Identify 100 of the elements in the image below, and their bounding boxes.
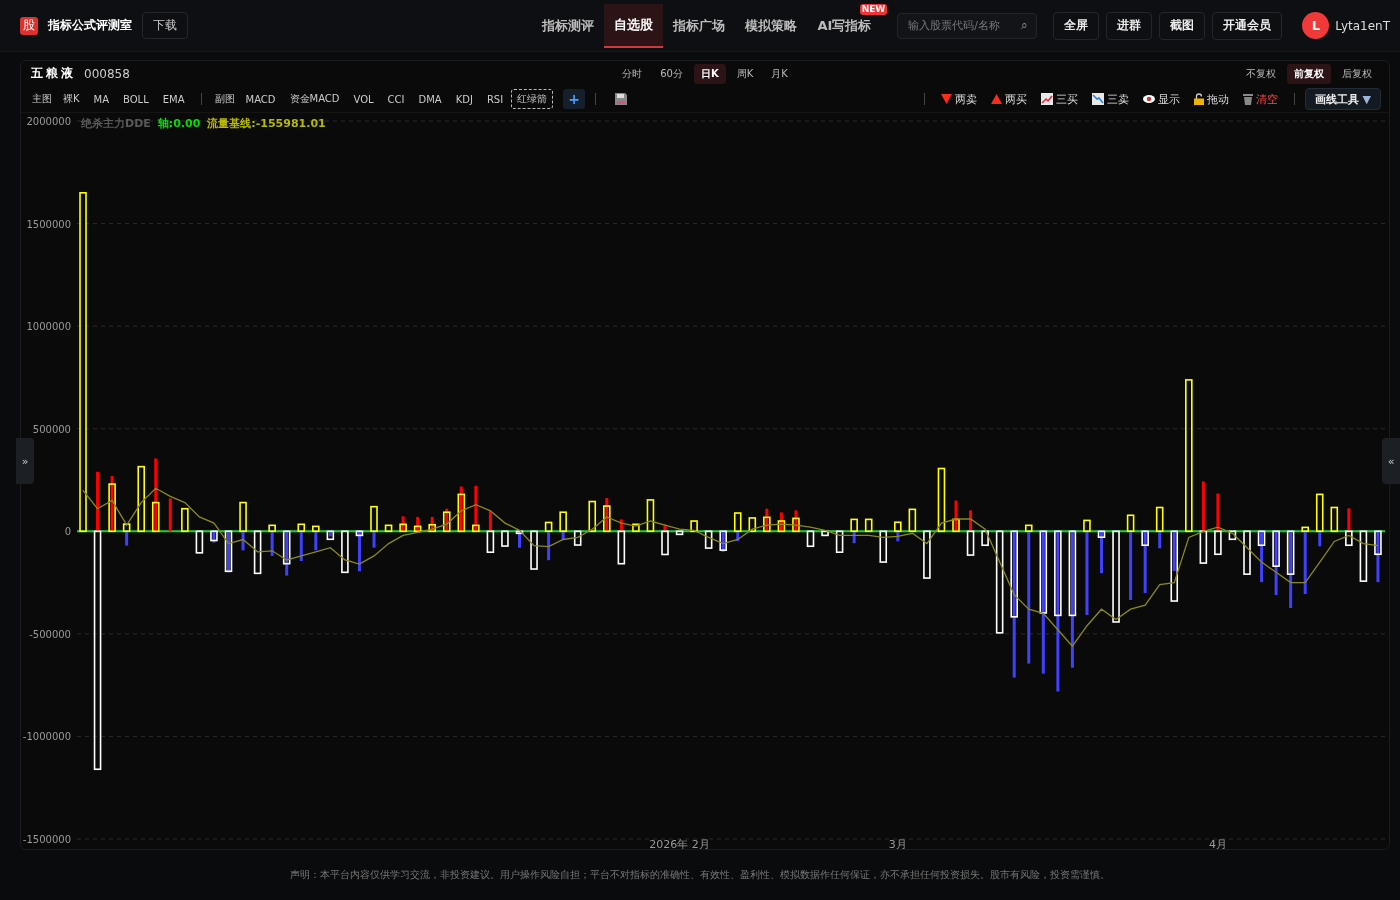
indicator-button[interactable]: 裸K	[57, 89, 86, 110]
period-tab[interactable]: 周K	[729, 63, 761, 84]
bar	[748, 517, 757, 533]
drawing-tool[interactable]: 显示	[1136, 91, 1186, 107]
sub-chart-label: 副图	[213, 92, 236, 107]
trash-icon	[1242, 93, 1253, 106]
period-tab[interactable]: 60分	[653, 63, 690, 84]
indicator-button[interactable]: DMA	[412, 90, 448, 108]
bar	[195, 530, 204, 554]
axis-label: 1500000	[26, 218, 71, 230]
stock-name: 五粮液	[31, 65, 76, 83]
bar	[632, 523, 640, 533]
toolbar-button[interactable]: 进群	[1106, 11, 1153, 40]
period-tab[interactable]: 日K	[693, 63, 726, 84]
bar	[864, 518, 873, 533]
indicator-button[interactable]: BOLL	[117, 90, 155, 108]
nav-tab[interactable]: 模拟策略	[735, 14, 808, 37]
indicator-button[interactable]: MA	[87, 90, 116, 108]
bar	[646, 499, 655, 533]
nav-tab[interactable]: 指标广场	[663, 14, 736, 37]
axis-label: 1000000	[26, 321, 71, 333]
indicator-button[interactable]: EMA	[156, 90, 191, 108]
drawing-tool[interactable]: 拖动	[1187, 91, 1235, 107]
trend-down-icon	[1091, 93, 1104, 106]
stock-code: 000858	[84, 66, 130, 81]
axis-label: 2000000	[26, 116, 71, 127]
expand-toggle[interactable]: »	[16, 438, 34, 484]
axis-label: 4月	[1208, 838, 1227, 849]
download-button[interactable]: 下载	[142, 12, 188, 39]
bar	[168, 498, 172, 532]
bar	[501, 530, 509, 547]
save-icon[interactable]	[614, 92, 629, 107]
bar	[821, 530, 829, 537]
bar	[835, 530, 844, 553]
indicator-button[interactable]: MACD	[239, 90, 282, 108]
eye-icon	[1142, 95, 1155, 104]
main-chart-label: 主图	[31, 92, 53, 107]
adjust-tab[interactable]: 前复权	[1287, 63, 1331, 84]
bar	[588, 500, 597, 533]
bar	[981, 530, 989, 547]
axis-label: -500000	[29, 628, 71, 640]
new-badge: NEW	[859, 3, 888, 15]
bar	[675, 530, 684, 536]
add-button[interactable]: +	[563, 89, 586, 110]
bar	[923, 530, 931, 579]
avatar[interactable]: L	[1302, 12, 1330, 39]
nav-tab[interactable]: 指标测评	[532, 14, 605, 37]
bar	[253, 530, 262, 575]
legend-label: 绝杀主力DDE	[81, 116, 151, 131]
username[interactable]: Lyta1enT	[1335, 18, 1390, 33]
drawing-tool[interactable]: 清空	[1236, 91, 1284, 107]
indicator-button[interactable]: KDJ	[449, 90, 479, 108]
bar	[384, 524, 393, 533]
toolbar-button[interactable]: 开通会员	[1212, 11, 1283, 40]
bar	[704, 530, 713, 549]
triangle-up-icon	[990, 94, 1002, 105]
lock-icon	[1193, 93, 1204, 106]
drawing-tool[interactable]: 三卖	[1085, 91, 1135, 107]
bar	[530, 530, 538, 570]
indicator-button[interactable]: RSI	[480, 90, 510, 108]
axis-label: -1500000	[22, 834, 71, 845]
indicator-button[interactable]: 资金MACD	[283, 89, 346, 110]
bar	[181, 507, 189, 533]
drawing-tools-dropdown[interactable]: 画线工具 ▼	[1304, 88, 1381, 111]
search-icon: ⌕	[1021, 17, 1029, 32]
drawing-tool[interactable]: 两卖	[934, 91, 983, 107]
axis-label: 0	[64, 526, 71, 538]
bar	[1359, 530, 1368, 582]
adjust-tab[interactable]: 不复权	[1239, 63, 1283, 84]
bar	[908, 508, 917, 533]
bar	[879, 530, 888, 563]
adjust-tab[interactable]: 后复权	[1335, 63, 1379, 84]
indicator-button[interactable]: CCI	[381, 90, 411, 108]
drawing-tool[interactable]: 两买	[984, 91, 1033, 107]
legend-label: 流量基线:-155981.01	[207, 116, 326, 131]
nav-tab[interactable]: 自选股	[604, 3, 664, 48]
bar	[806, 530, 815, 548]
trend-up-icon	[1040, 93, 1053, 106]
legend-label: 轴:0.00	[157, 116, 201, 131]
logo-icon: 股	[20, 16, 38, 35]
drawing-tool[interactable]: 三买	[1034, 91, 1084, 107]
period-tab[interactable]: 分时	[615, 63, 650, 84]
bar	[1330, 506, 1339, 533]
site-title: 指标公式评测室	[48, 17, 132, 34]
axis-label: 2026年 2月	[649, 838, 710, 849]
disclaimer: 声明：本平台内容仅供学习交流，非投资建议。用户操作风险自担；平台不对指标的准确性、有效性、盈利性、模拟数据作任何保证，亦不承担任何投资损失。股市有风险，投资需谨慎。	[290, 868, 1110, 882]
bar	[573, 530, 582, 546]
bar	[137, 465, 145, 533]
period-tab[interactable]: 月K	[764, 63, 795, 84]
collapse-toggle[interactable]: «	[1382, 438, 1400, 484]
bar	[1228, 530, 1237, 541]
nav-tab[interactable]: AI写指标	[807, 14, 882, 37]
axis-label: -1000000	[22, 731, 71, 743]
bar	[341, 530, 349, 574]
indicator-button[interactable]: 红绿箭	[511, 89, 554, 110]
toolbar-button[interactable]: 全屏	[1053, 11, 1100, 40]
indicator-button[interactable]: VOL	[347, 90, 380, 108]
bar	[1243, 530, 1251, 575]
axis-label: 500000	[32, 423, 71, 435]
toolbar-button[interactable]: 截图	[1159, 11, 1206, 40]
